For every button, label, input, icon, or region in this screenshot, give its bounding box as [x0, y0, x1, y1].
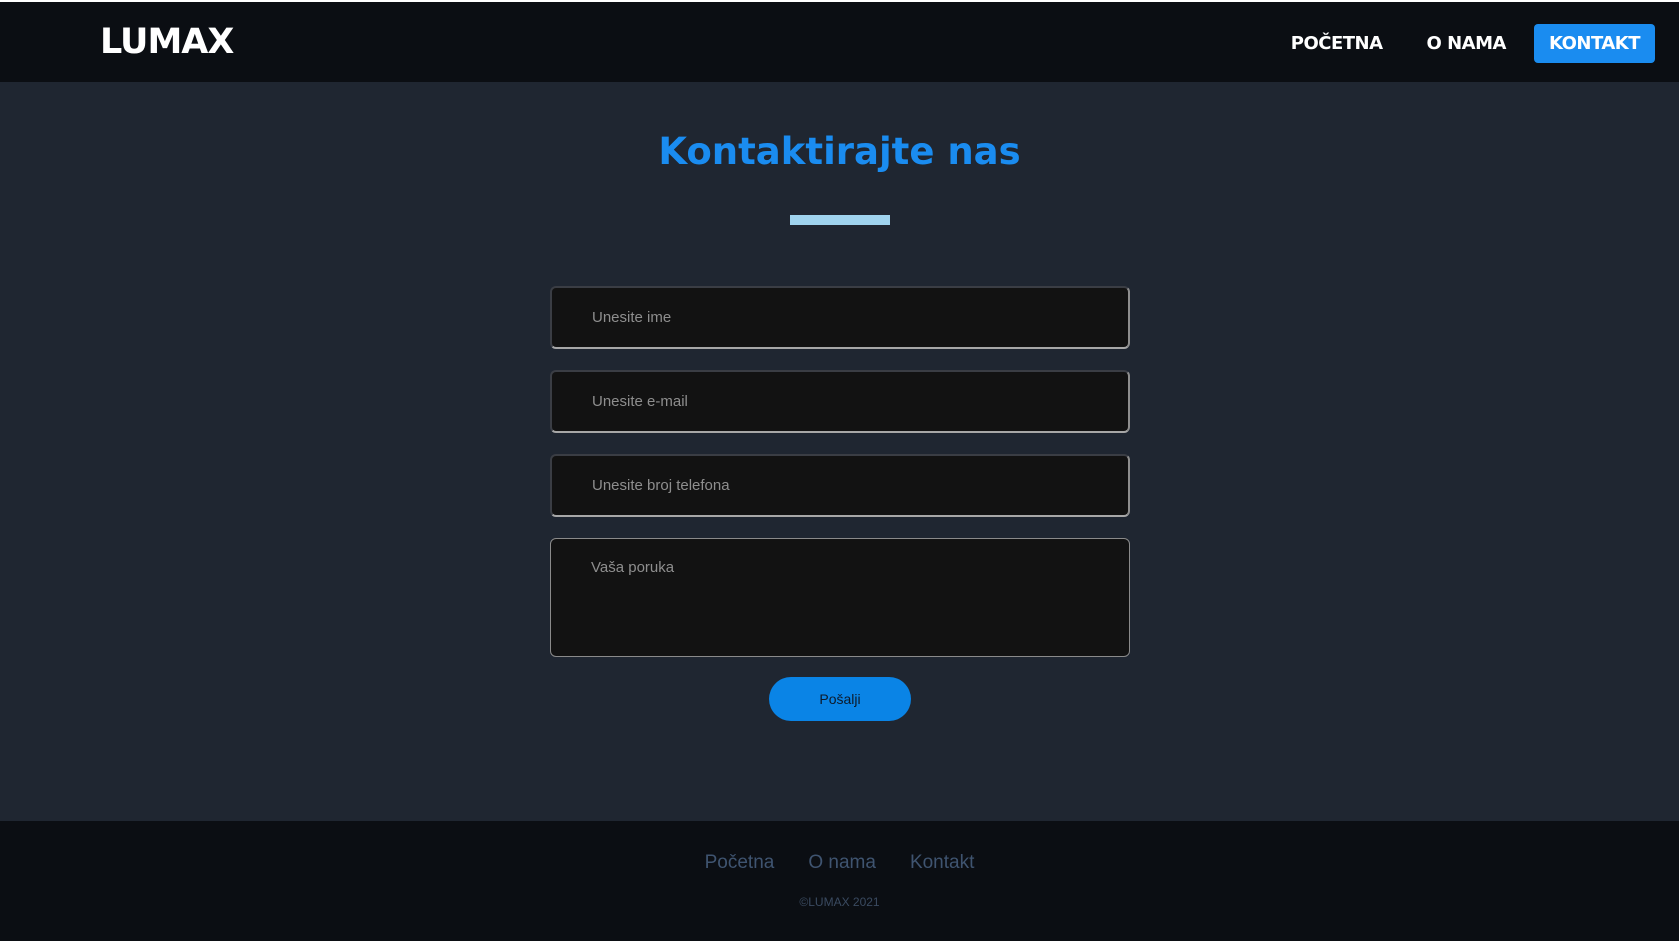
footer: Početna O nama Kontakt ©LUMAX 2021: [0, 821, 1679, 941]
footer-link-o-nama[interactable]: O nama: [808, 852, 876, 874]
send-button[interactable]: Pošalji: [769, 677, 911, 721]
message-textarea[interactable]: [550, 538, 1130, 657]
nav-link-pocetna[interactable]: POČETNA: [1291, 25, 1383, 62]
footer-nav: Početna O nama Kontakt: [0, 852, 1679, 874]
top-navbar: LUMAX POČETNA O NAMA KONTAKT: [0, 0, 1679, 82]
copyright-text: ©LUMAX 2021: [799, 895, 880, 909]
page-title: Kontaktirajte nas: [658, 130, 1021, 173]
email-input[interactable]: [550, 370, 1130, 433]
site-logo[interactable]: LUMAX: [100, 22, 234, 62]
title-divider: [790, 215, 890, 225]
nav-link-o-nama[interactable]: O NAMA: [1427, 25, 1507, 62]
phone-input[interactable]: [550, 454, 1130, 517]
nav-link-kontakt[interactable]: KONTAKT: [1533, 24, 1655, 63]
name-input[interactable]: [550, 286, 1130, 349]
footer-link-pocetna[interactable]: Početna: [705, 852, 775, 874]
footer-link-kontakt[interactable]: Kontakt: [910, 852, 974, 874]
main-nav: POČETNA O NAMA KONTAKT: [1247, 24, 1655, 63]
